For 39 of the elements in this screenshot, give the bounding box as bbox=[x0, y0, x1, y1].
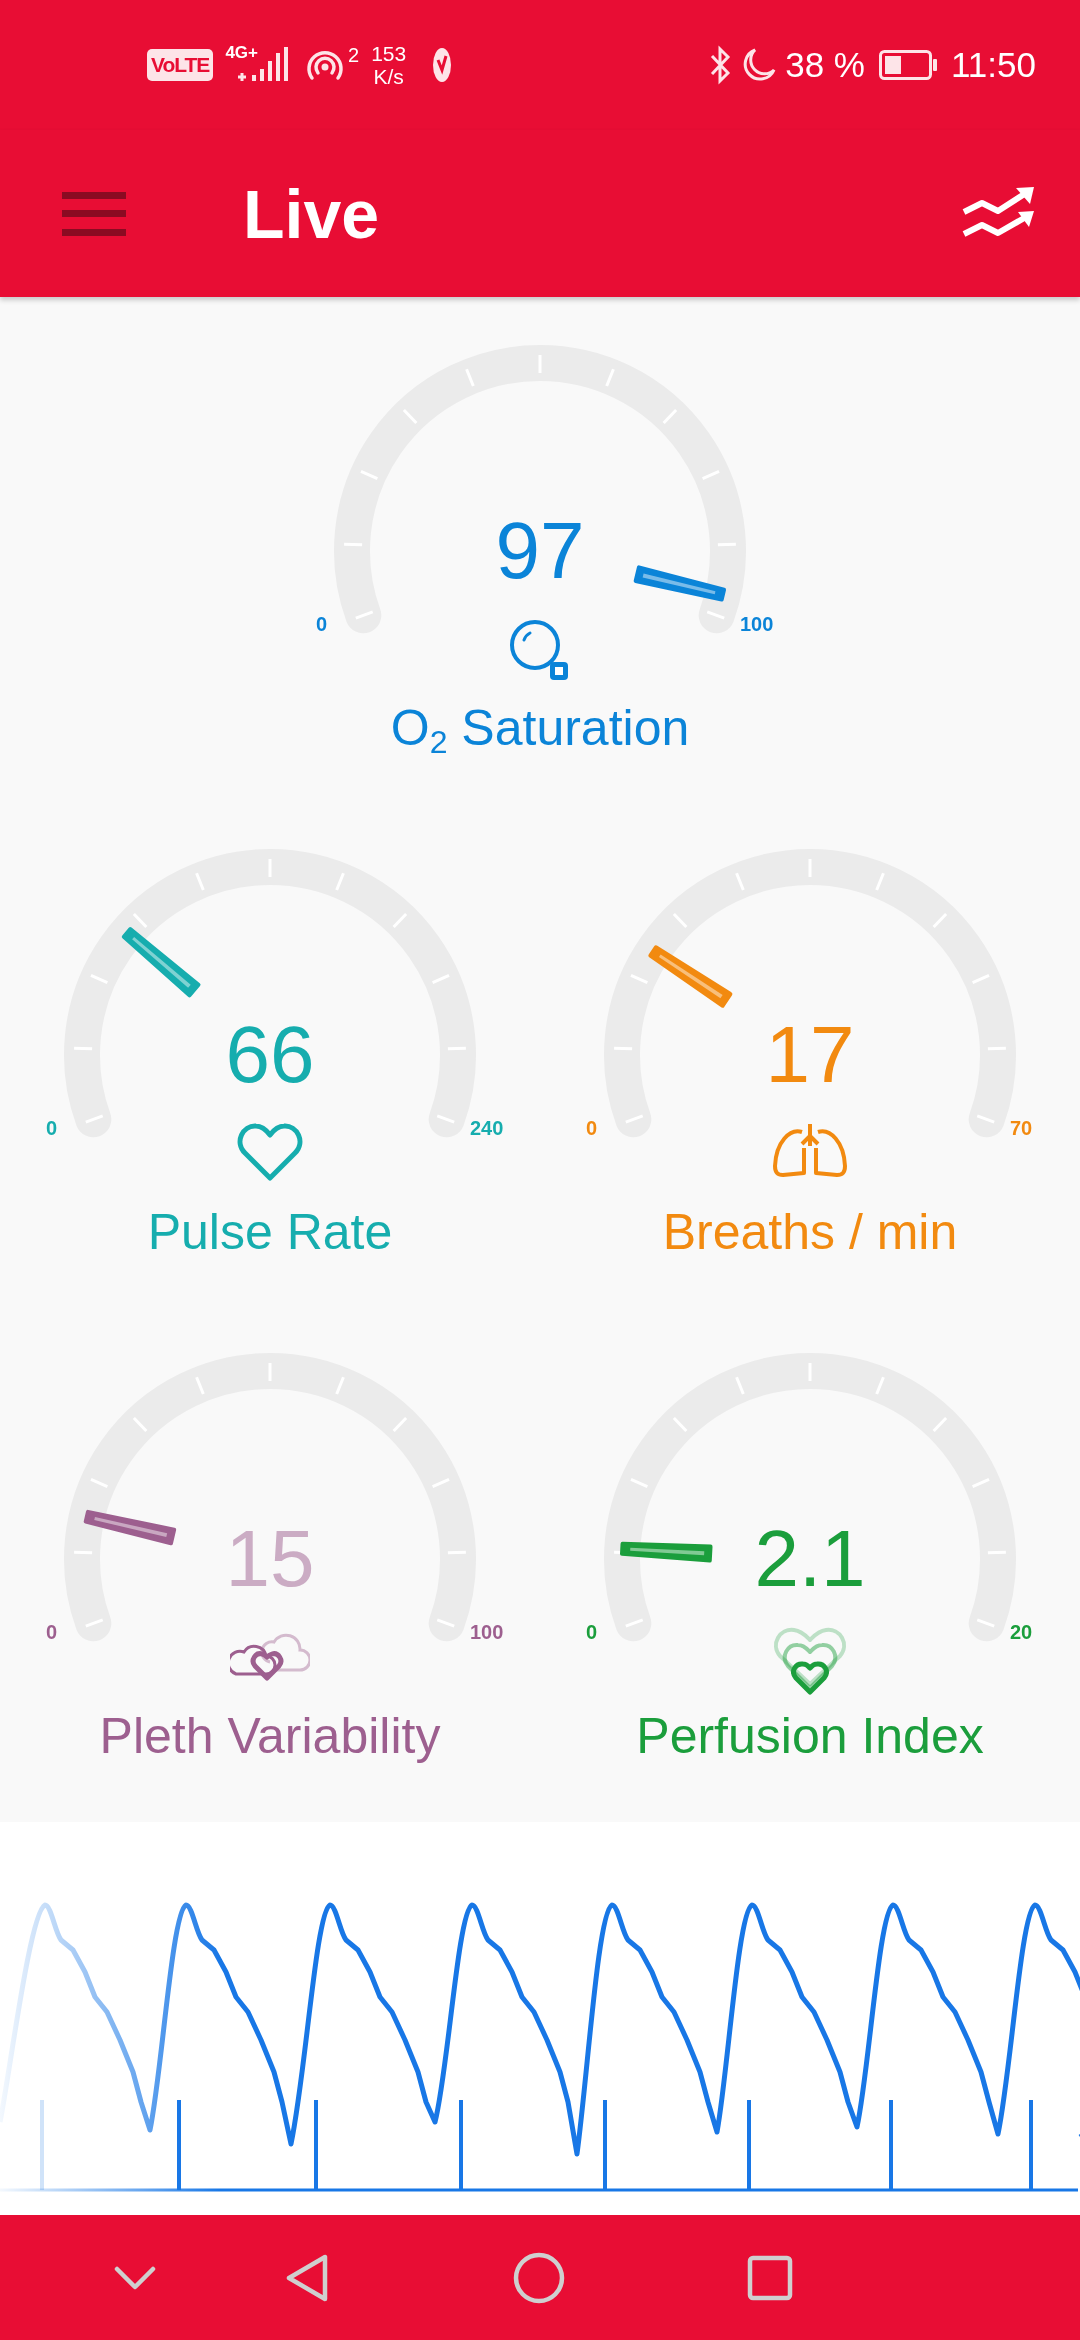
gauge-value: 15 bbox=[225, 1514, 315, 1604]
gauge-value: 17 bbox=[765, 1010, 855, 1100]
scale-min-label: 0 bbox=[586, 1116, 598, 1140]
home-button[interactable] bbox=[513, 2251, 565, 2304]
scale-max-label: 100 bbox=[470, 1620, 504, 1644]
hotspot-count: 2 bbox=[348, 43, 360, 67]
moon-icon bbox=[741, 47, 778, 83]
network-type: 4G+ bbox=[225, 43, 258, 63]
battery-icon bbox=[879, 50, 937, 80]
scale-min-label: 0 bbox=[586, 1620, 598, 1644]
volte-indicator: VoLTE bbox=[147, 49, 214, 81]
heart-icon bbox=[237, 1122, 303, 1182]
carrier-icon bbox=[432, 46, 453, 84]
gauge-label: Pulse Rate bbox=[147, 1203, 393, 1262]
hotspot-icon bbox=[304, 48, 346, 82]
recent-apps-button[interactable] bbox=[747, 2254, 793, 2301]
scale-min-label: 0 bbox=[46, 1116, 58, 1140]
screen-title: Live bbox=[243, 174, 381, 253]
gauge-label: Breaths / min bbox=[662, 1203, 958, 1262]
scale-max-label: 20 bbox=[1010, 1620, 1033, 1644]
network-speed: 153 bbox=[371, 42, 407, 65]
gauge-label: O$_{2}$ Saturation bbox=[390, 699, 690, 758]
scale-max-label: 70 bbox=[1010, 1116, 1033, 1140]
clock-time: 11:50 bbox=[951, 45, 1036, 85]
gauge-label: Pleth Variability bbox=[99, 1707, 441, 1766]
gauge-label: Perfusion Index bbox=[636, 1707, 984, 1766]
scale-min-label: 0 bbox=[316, 612, 328, 636]
gauge-value: 66 bbox=[225, 1010, 315, 1100]
menu-button[interactable] bbox=[62, 191, 126, 236]
scale-max-label: 100 bbox=[740, 612, 774, 636]
speed-unit: K/s bbox=[373, 65, 404, 88]
gauge-value: 97 bbox=[495, 506, 585, 596]
lungs-icon bbox=[772, 1122, 848, 1178]
battery-percent: 38 % bbox=[785, 45, 865, 85]
gauge-value: 2.1 bbox=[754, 1514, 866, 1604]
scale-max-label: 240 bbox=[470, 1116, 504, 1140]
scale-min-label: 0 bbox=[46, 1620, 58, 1644]
collapse-button[interactable] bbox=[113, 2264, 157, 2291]
back-button[interactable] bbox=[285, 2252, 329, 2303]
